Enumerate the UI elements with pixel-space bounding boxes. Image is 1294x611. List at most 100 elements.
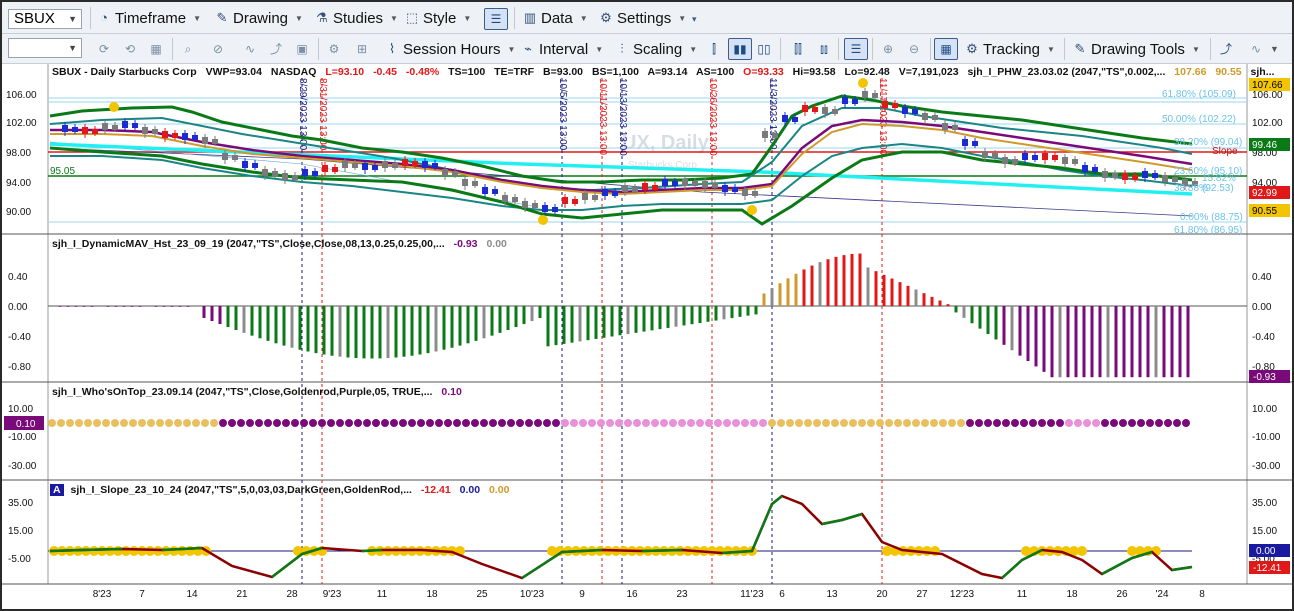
- chart-canvas[interactable]: UX, Daily Starbucks Corp 8/29/2023 13:00…: [2, 64, 1292, 609]
- whos-on-top-dot: [1146, 419, 1154, 427]
- data-menu[interactable]: ▥ Data ▼: [522, 6, 588, 30]
- settings-icon[interactable]: ⚙: [324, 39, 344, 59]
- crosshair-icon[interactable]: ⊘: [208, 39, 228, 59]
- fib-label-partial2: 15.82%: [1202, 173, 1236, 184]
- candle-body: [1022, 153, 1028, 160]
- change-pct: -0.48%: [405, 66, 440, 78]
- candle-body: [572, 199, 578, 204]
- candle-body: [102, 123, 108, 130]
- slope-tag[interactable]: A: [50, 484, 64, 496]
- histogram-tick-left: 0.00: [8, 302, 28, 313]
- histogram-tick-left: -0.40: [8, 332, 31, 343]
- hollow-candle-icon[interactable]: ▯▯: [754, 39, 774, 59]
- trendline-icon[interactable]: ⤴: [1216, 39, 1236, 59]
- chart-selector[interactable]: ▼: [8, 38, 82, 58]
- settings-menu[interactable]: ⚙ Settings ▼: [598, 6, 686, 30]
- drawing-tools-menu[interactable]: ✎ Drawing Tools ▼: [1072, 37, 1200, 61]
- layout-icon[interactable]: ☰: [484, 8, 508, 30]
- whos-on-top-dots: [48, 419, 1190, 427]
- toolbar-divider: [318, 38, 319, 60]
- histogram-tick-left: -0.80: [8, 362, 31, 373]
- candle-body: [1082, 165, 1088, 172]
- expand-icon[interactable]: ▾: [692, 14, 697, 25]
- bar-chart-icon[interactable]: ⫿: [704, 39, 724, 59]
- ohlc-icon[interactable]: ⫿⫿: [788, 39, 808, 59]
- zoom-out-icon[interactable]: ⊖: [904, 39, 924, 59]
- line-tool-icon[interactable]: ∿: [240, 39, 260, 59]
- time-axis: 8'23 7 14 21 28 9'23 11 18 25 10'23 9 16 23 11'23 6 13 2…: [93, 589, 1206, 600]
- chevron-down-icon[interactable]: ▼: [1270, 44, 1279, 54]
- chart-settings-icon[interactable]: ⊞: [352, 39, 372, 59]
- histogram-badge: -0.93: [1253, 372, 1276, 383]
- candle-body: [422, 161, 428, 168]
- whos-on-top-dot: [156, 419, 164, 427]
- candle-body: [822, 107, 828, 114]
- drawing-menu[interactable]: ✎ Drawing ▼: [214, 6, 303, 30]
- panels-icon[interactable]: ☰: [844, 38, 868, 60]
- tracking-menu[interactable]: ⚙ Tracking ▼: [964, 37, 1055, 61]
- zoom-in-icon[interactable]: ⊕: [878, 39, 898, 59]
- candle-body: [772, 133, 778, 138]
- timeframe-menu[interactable]: ◔ Timeframe ▼: [96, 6, 201, 30]
- whos-on-top-dot: [390, 419, 398, 427]
- candle-body: [212, 139, 218, 144]
- chart-icon[interactable]: ▣: [292, 39, 312, 59]
- whos-on-top-dot: [885, 419, 893, 427]
- slope-gold-value: 0.00: [488, 484, 510, 496]
- chart-area[interactable]: UX, Daily Starbucks Corp 8/29/2023 13:00…: [2, 64, 1292, 609]
- data-window-icon[interactable]: ▦: [934, 38, 958, 60]
- candle-body: [142, 127, 148, 134]
- candle-body: [442, 169, 448, 176]
- style-icon: ⬚: [405, 10, 419, 25]
- candle-body: [302, 169, 308, 176]
- scaling-menu[interactable]: ⫶ Scaling ▼: [614, 37, 697, 61]
- whos-on-top-dot: [669, 419, 677, 427]
- candle-body: [642, 183, 648, 190]
- last-price: L=93.10: [325, 66, 365, 78]
- whos-on-top-tick-right: 10.00: [1252, 404, 1277, 415]
- whos-on-top-dot: [444, 419, 452, 427]
- hlc-icon[interactable]: ⫾⫾: [814, 39, 834, 59]
- candle-body: [892, 103, 898, 108]
- study-value-2: 90.55: [1215, 66, 1242, 78]
- change: -0.45: [373, 66, 397, 78]
- whos-on-top-dot: [903, 419, 911, 427]
- whos-on-top-dot: [111, 419, 119, 427]
- session-hours-menu[interactable]: ⌇ Session Hours ▼: [384, 37, 516, 61]
- whos-on-top-dot: [768, 419, 776, 427]
- whos-on-top-dot: [975, 419, 983, 427]
- bid: B=93.00: [543, 66, 584, 78]
- whos-on-top-dot: [561, 419, 569, 427]
- symbol-input[interactable]: SBUX ▼: [8, 9, 82, 29]
- symbol-line: SBUX - Daily Starbucks Corp: [52, 66, 197, 78]
- whos-on-top-dot: [255, 419, 263, 427]
- candle-body: [912, 109, 918, 114]
- candle-body: [462, 179, 468, 186]
- interval-menu[interactable]: ⌁ Interval ▼: [520, 37, 603, 61]
- study-name: sjh_I_PHW_23.03.02 (2047,"TS",0.002,...: [967, 66, 1166, 78]
- ask: A=93.14: [647, 66, 688, 78]
- histogram-value: -0.93: [453, 238, 478, 250]
- candle-body: [232, 155, 238, 160]
- price-badge: 99.46: [1252, 140, 1277, 151]
- sync-icon[interactable]: ⟲: [120, 39, 140, 59]
- whos-on-top-dot: [264, 419, 272, 427]
- candle-body: [842, 97, 848, 104]
- candlestick-icon[interactable]: ▮▮: [728, 38, 752, 60]
- te: TE=TRF: [494, 66, 535, 78]
- slope-tick-left: 15.00: [8, 526, 33, 537]
- trend-icon[interactable]: ⤴: [266, 39, 286, 59]
- whos-on-top-dot: [786, 419, 794, 427]
- refresh-icon[interactable]: ⟳: [94, 39, 114, 59]
- whos-on-top-dot: [408, 419, 416, 427]
- drawing-tools-label: Drawing Tools: [1091, 40, 1185, 58]
- slope-rising-segment: [821, 518, 843, 526]
- studies-menu[interactable]: ⚗ Studies ▼: [314, 6, 398, 30]
- indicator-icon[interactable]: ∿: [1246, 39, 1266, 59]
- magnifier-icon[interactable]: ⌕: [178, 39, 198, 59]
- style-menu[interactable]: ⬚ Style ▼: [404, 6, 471, 30]
- whos-on-top-dot: [966, 419, 974, 427]
- candle-body: [722, 185, 728, 192]
- whos-on-top-dot: [741, 419, 749, 427]
- grid-icon[interactable]: ▦: [146, 39, 166, 59]
